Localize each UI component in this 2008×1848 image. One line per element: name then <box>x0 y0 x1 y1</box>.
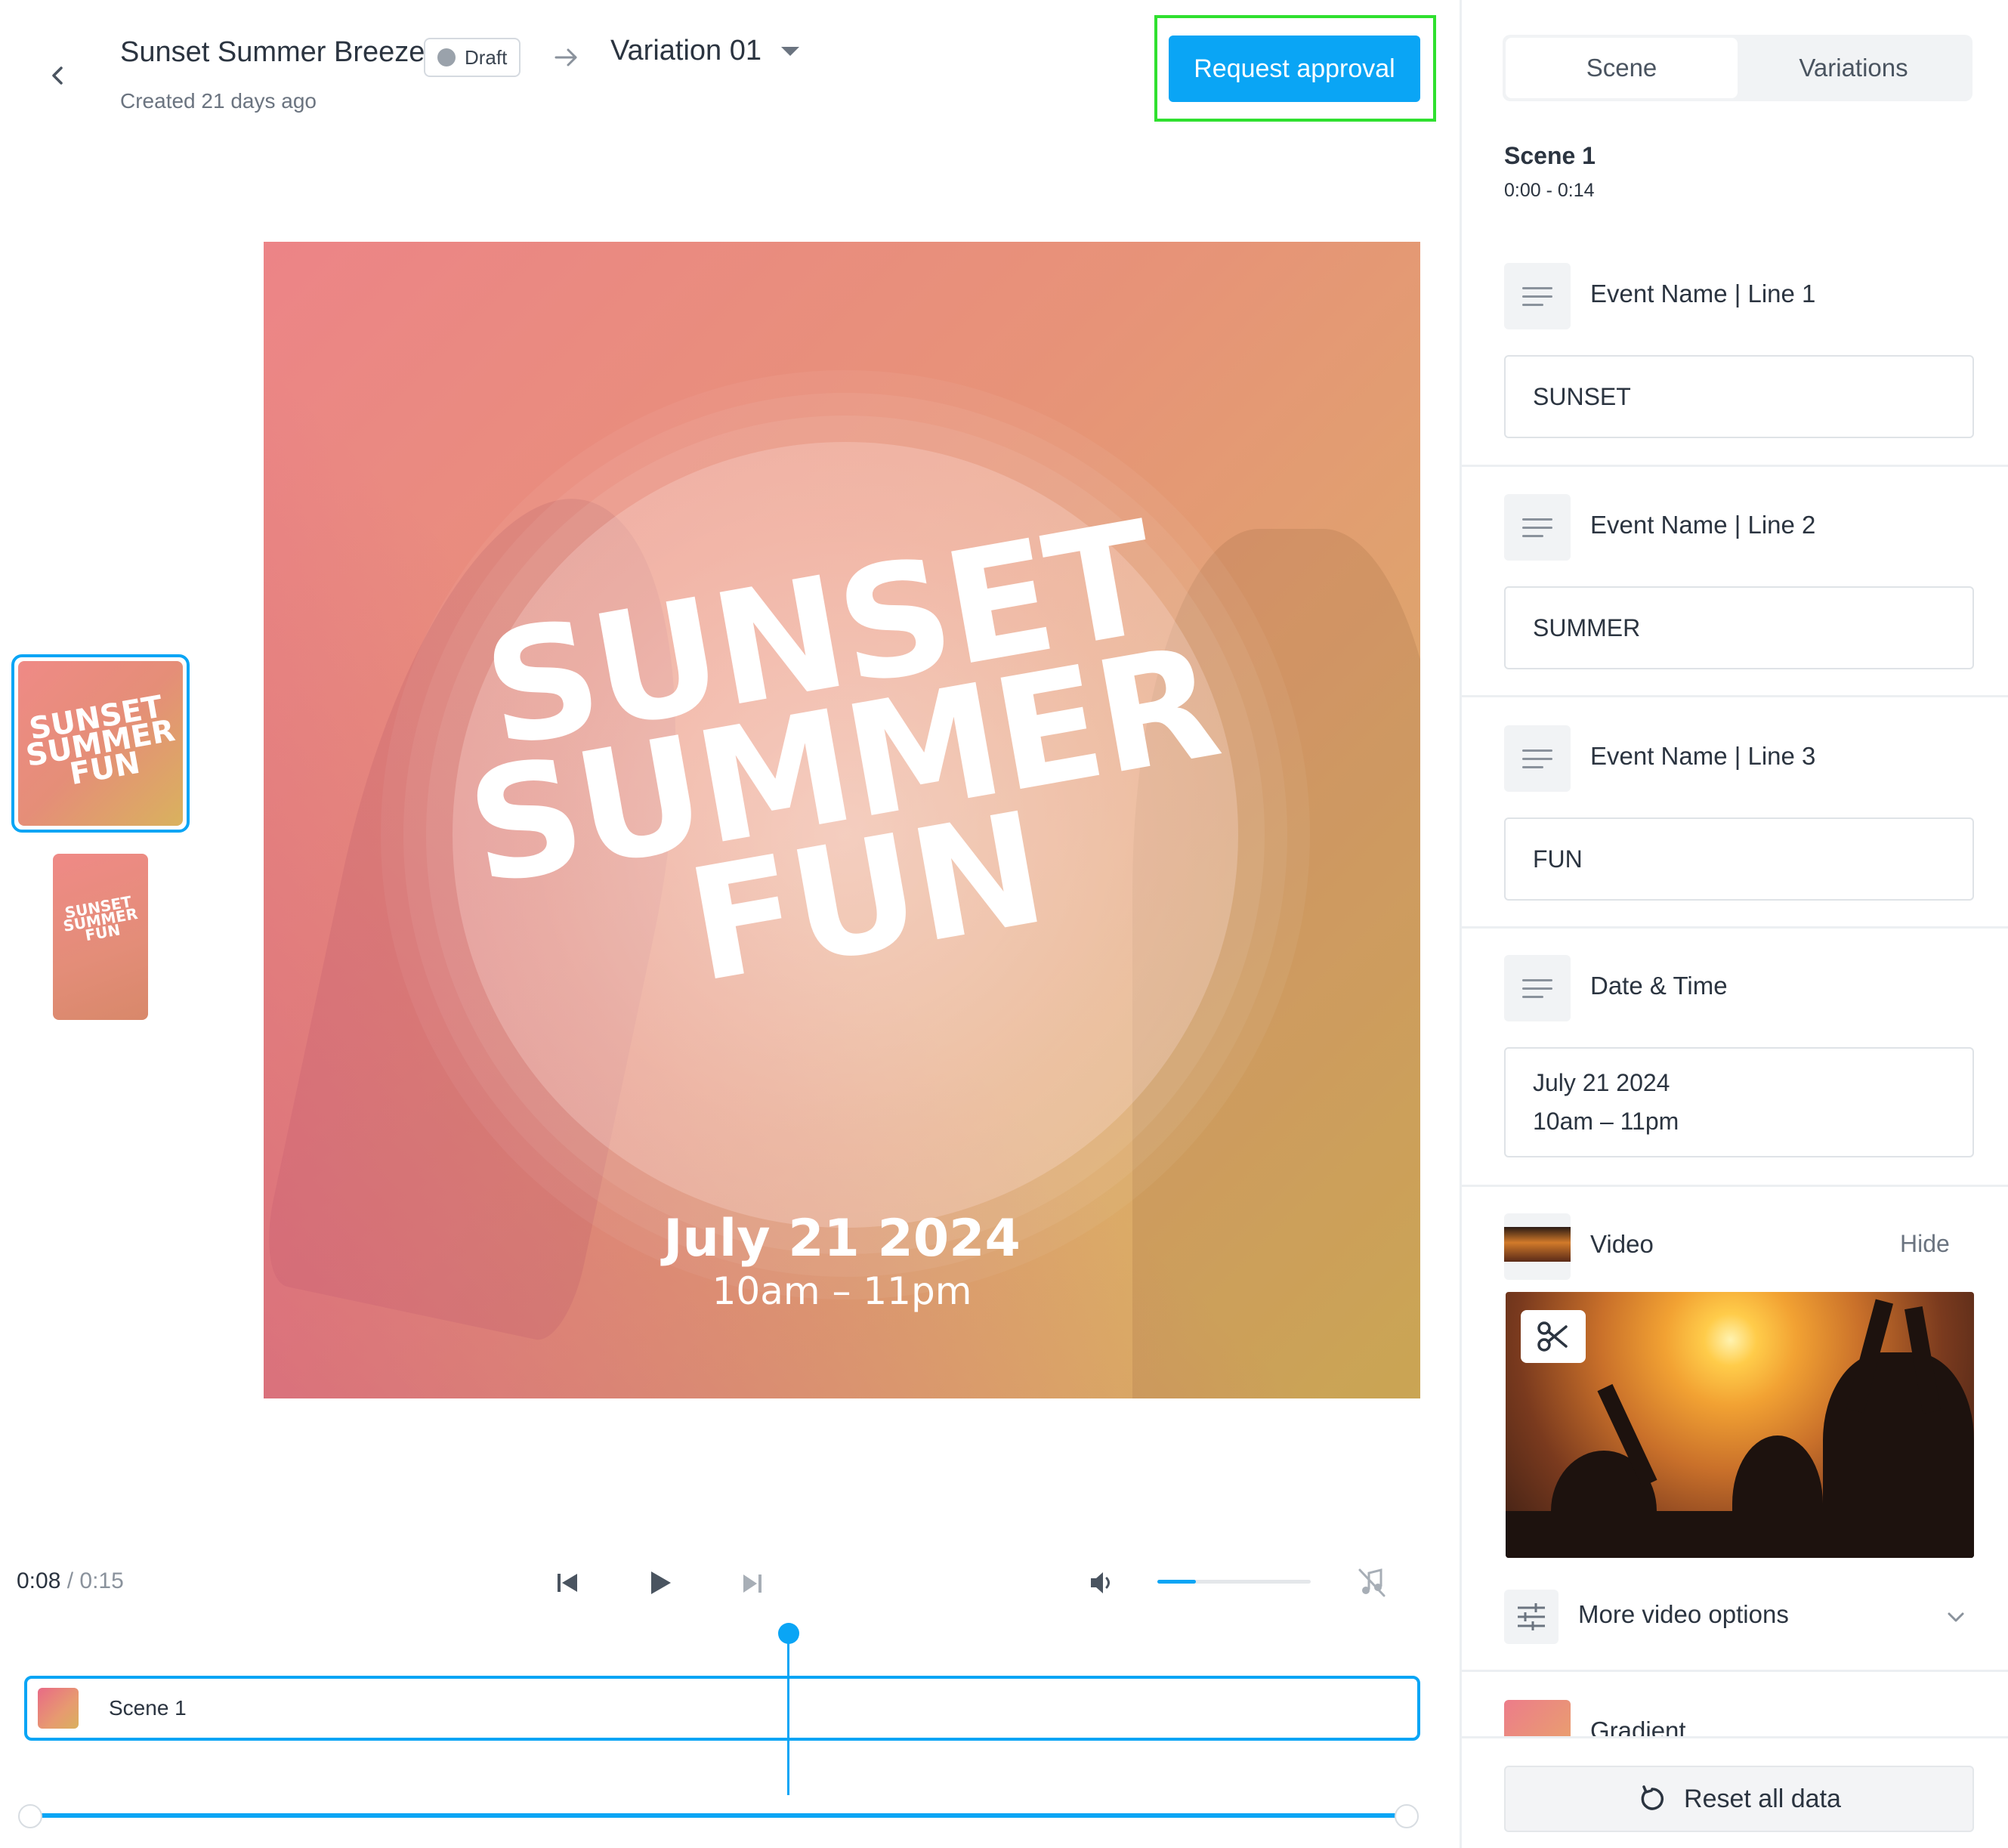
volume-icon <box>1091 1572 1110 1593</box>
timeline-range <box>30 1813 1407 1818</box>
thumbnail-text: SUNSET SUMMER FUN <box>60 892 141 946</box>
reset-icon <box>1641 1785 1664 1810</box>
sidebar-footer: Reset all data <box>1462 1736 2008 1848</box>
status-dot-icon <box>437 48 456 66</box>
skip-forward-icon <box>743 1575 761 1593</box>
date-time-input[interactable]: July 21 2024 10am – 11pm <box>1504 1047 1974 1157</box>
arrow-right-icon <box>551 42 582 73</box>
current-time: 0:08 <box>17 1568 61 1593</box>
field-value-line-2: 10am – 11pm <box>1533 1108 1679 1135</box>
volume-button[interactable] <box>1088 1568 1118 1601</box>
thumbnail-image: SUNSET SUMMER FUN <box>18 661 183 826</box>
skip-back-button[interactable] <box>555 1570 580 1599</box>
status-badge: Draft <box>424 38 521 77</box>
event-name-line-1-input[interactable]: SUNSET <box>1504 355 1974 438</box>
text-lines-icon <box>1504 263 1571 329</box>
back-button[interactable] <box>41 59 74 92</box>
skip-back-icon <box>558 1574 577 1592</box>
playhead-handle[interactable] <box>778 1623 799 1644</box>
created-date: Created 21 days ago <box>120 89 317 113</box>
text-lines-icon <box>1504 494 1571 561</box>
tab-variations[interactable]: Variations <box>1738 38 1969 98</box>
hide-video-link[interactable]: Hide <box>1900 1230 1950 1258</box>
video-thumbnail-icon <box>1504 1213 1571 1280</box>
field-value: FUN <box>1533 845 1583 873</box>
field-label-line-3: Event Name | Line 3 <box>1590 742 1816 770</box>
variation-select[interactable]: Variation 01 <box>610 35 799 67</box>
timeline-scene-label: Scene 1 <box>109 1696 187 1720</box>
divider <box>1462 465 2008 467</box>
video-preview-image[interactable] <box>1506 1292 1974 1558</box>
scissors-icon <box>1537 1321 1568 1352</box>
thumbnail-text: SUNSET SUMMER FUN <box>20 689 181 794</box>
music-off-icon <box>1358 1568 1386 1597</box>
event-name-line-2-input[interactable]: SUMMER <box>1504 586 1974 669</box>
play-icon <box>651 1571 671 1594</box>
divider <box>1462 1185 2008 1187</box>
reset-label: Reset all data <box>1684 1784 1841 1813</box>
range-start-handle[interactable] <box>18 1804 42 1828</box>
divider <box>1462 1670 2008 1672</box>
variation-label: Variation 01 <box>610 35 761 66</box>
video-preview-canvas: SUNSET SUMMER FUN July 21 2024 10am – 11… <box>264 242 1420 1398</box>
volume-level <box>1157 1580 1196 1584</box>
sidebar-tabs: Scene Variations <box>1503 35 1972 101</box>
music-toggle-button[interactable] <box>1357 1567 1387 1602</box>
scene-time-range: 0:00 - 0:14 <box>1504 180 1595 201</box>
tab-scene[interactable]: Scene <box>1506 38 1738 98</box>
video-label: Video <box>1590 1230 1654 1258</box>
total-time: / 0:15 <box>66 1568 124 1593</box>
volume-slider[interactable] <box>1157 1580 1311 1584</box>
field-label-line-2: Event Name | Line 2 <box>1590 511 1816 539</box>
request-approval-button[interactable]: Request approval <box>1169 36 1420 102</box>
chevron-down-icon[interactable] <box>1945 1606 1966 1627</box>
preview-date: July 21 2024 <box>663 1209 1021 1269</box>
scene-title: Scene 1 <box>1504 142 1596 169</box>
range-end-handle[interactable] <box>1395 1804 1419 1828</box>
divider <box>1462 926 2008 929</box>
skip-forward-button[interactable] <box>740 1571 765 1599</box>
sliders-icon <box>1504 1590 1559 1644</box>
caret-down-icon <box>780 46 799 56</box>
project-title: Sunset Summer Breeze <box>120 36 425 68</box>
event-name-line-3-input[interactable]: FUN <box>1504 817 1974 901</box>
field-label-line-1: Event Name | Line 1 <box>1590 280 1816 307</box>
play-button[interactable] <box>647 1568 674 1601</box>
scene-swatch-icon <box>38 1688 79 1729</box>
trim-video-button[interactable] <box>1521 1310 1586 1363</box>
sidebar-panel: Scene Variations Scene 1 0:00 - 0:14 Eve… <box>1460 0 2008 1848</box>
divider <box>1462 695 2008 697</box>
timeline-scene-clip[interactable]: Scene 1 <box>24 1676 1420 1741</box>
field-value: SUNSET <box>1533 382 1631 410</box>
variation-thumbnail-portrait[interactable]: SUNSET SUMMER FUN <box>53 854 148 1020</box>
field-label-date-time: Date & Time <box>1590 972 1728 1000</box>
field-value: SUMMER <box>1533 613 1641 641</box>
playback-time: 0:08 / 0:15 <box>17 1568 124 1594</box>
chevron-left-icon <box>52 66 63 85</box>
status-badge-label: Draft <box>465 45 508 69</box>
preview-time: 10am – 11pm <box>712 1269 972 1313</box>
reset-all-data-button[interactable]: Reset all data <box>1504 1766 1974 1832</box>
variation-thumbnail-square[interactable]: SUNSET SUMMER FUN <box>11 654 190 833</box>
playhead-line <box>787 1633 789 1795</box>
more-video-options-toggle[interactable]: More video options <box>1578 1600 1789 1629</box>
text-lines-icon <box>1504 955 1571 1021</box>
text-lines-icon <box>1504 725 1571 792</box>
field-value-line-1: July 21 2024 <box>1533 1069 1670 1096</box>
